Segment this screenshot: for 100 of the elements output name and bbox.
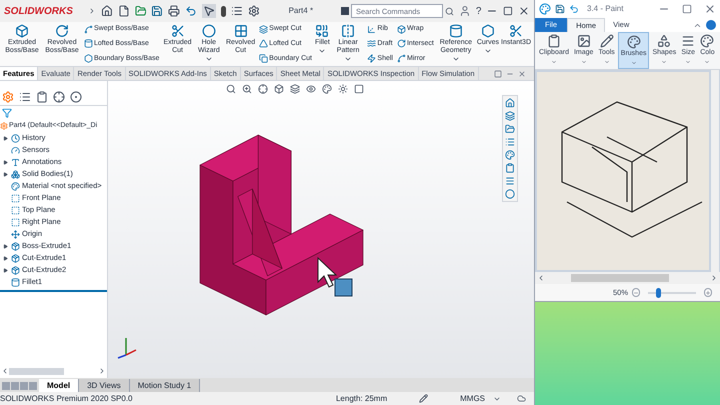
cube-icon[interactable] (274, 84, 284, 94)
filter-icon[interactable] (2, 108, 12, 118)
scroll-right-icon[interactable] (98, 367, 106, 375)
axis-icon[interactable] (367, 24, 376, 34)
caret-icon (550, 58, 557, 64)
menu-icon[interactable] (505, 176, 515, 186)
rotate-icon[interactable] (396, 39, 406, 48)
scroll-right-icon[interactable] (710, 274, 718, 282)
home-icon[interactable] (100, 5, 113, 17)
square-marker (334, 278, 352, 296)
crosshair-icon[interactable] (53, 91, 65, 103)
tile-icon[interactable] (494, 70, 502, 78)
close-icon[interactable] (704, 3, 716, 15)
caret-icon[interactable] (204, 55, 213, 63)
cylinder-icon[interactable] (448, 24, 463, 38)
close-icon[interactable] (518, 5, 530, 17)
save-icon[interactable] (555, 4, 565, 14)
scroll-left-icon[interactable] (1, 367, 9, 375)
model-tab[interactable]: Model (39, 379, 80, 392)
grid-icon[interactable] (234, 24, 248, 38)
plane-icon (11, 206, 20, 214)
display-icon[interactable] (354, 84, 364, 94)
rebuild-icon[interactable] (419, 394, 428, 403)
curve-icon[interactable] (84, 24, 93, 34)
layers-icon[interactable] (290, 84, 300, 94)
scrollbar-thumb[interactable] (571, 274, 669, 282)
print-icon[interactable] (168, 5, 180, 17)
curve-icon[interactable] (396, 54, 406, 64)
combine-icon[interactable] (315, 24, 330, 38)
caret-icon[interactable] (484, 47, 492, 55)
search-icon[interactable] (444, 6, 454, 16)
caret-icon (685, 58, 692, 64)
flip-icon[interactable] (341, 24, 356, 38)
undo-icon[interactable] (569, 4, 579, 14)
expand-arrow-icon[interactable] (3, 268, 8, 272)
clipboard-icon[interactable] (36, 91, 48, 103)
expand-arrow-icon[interactable] (3, 172, 8, 176)
box-icon[interactable] (396, 24, 406, 34)
box-icon[interactable] (15, 24, 29, 38)
help-icon[interactable] (706, 20, 716, 30)
expand-arrow-icon[interactable] (3, 160, 8, 164)
search-icon[interactable] (226, 84, 236, 94)
boxes-icon (11, 170, 20, 178)
vertical-scrollbar[interactable] (711, 70, 719, 272)
hexagon-icon[interactable] (84, 54, 93, 64)
caret-icon (661, 58, 668, 64)
user-icon[interactable] (458, 5, 471, 17)
caret-icon[interactable] (318, 47, 326, 55)
lightning-icon[interactable] (367, 54, 376, 64)
select-tool[interactable] (202, 4, 216, 18)
settings-icon[interactable] (248, 5, 260, 17)
maximize-icon[interactable] (682, 4, 692, 14)
copy-icon[interactable] (259, 54, 268, 64)
pencil-icon (600, 34, 614, 48)
unit-system[interactable]: MMGS (460, 392, 485, 404)
folder-icon[interactable] (505, 124, 515, 134)
gear-icon[interactable] (2, 91, 14, 103)
scissors-icon[interactable] (170, 24, 185, 38)
palette-icon[interactable] (505, 150, 515, 160)
model-tab[interactable]: 3D Views (79, 379, 130, 392)
home-icon[interactable] (505, 98, 515, 108)
app-logo: SOLIDWORKS (4, 4, 74, 18)
undo-icon[interactable] (185, 5, 197, 17)
caret-icon[interactable] (452, 55, 460, 63)
zoom-icon[interactable] (242, 84, 252, 94)
list-icon[interactable] (505, 137, 515, 147)
traffic-light-icon[interactable] (220, 6, 226, 16)
rotate-icon[interactable] (55, 24, 69, 38)
hexagon-icon[interactable] (480, 24, 495, 38)
axis-triad-icon (118, 338, 136, 359)
eye-icon[interactable] (306, 84, 316, 94)
circle-icon[interactable] (202, 24, 216, 38)
expand-arrow-icon[interactable] (3, 136, 8, 140)
caret-icon[interactable] (88, 7, 96, 15)
palette-icon[interactable] (322, 84, 332, 94)
scroll-left-icon[interactable] (537, 274, 545, 282)
save-icon[interactable] (151, 5, 164, 17)
triangle-icon[interactable] (259, 39, 268, 48)
caret-icon[interactable] (344, 55, 352, 63)
open-folder-icon[interactable] (134, 5, 146, 17)
help-button[interactable]: ? (476, 4, 482, 18)
expand-arrow-icon[interactable] (3, 256, 8, 260)
model-tab[interactable]: Motion Study 1 (130, 379, 200, 392)
circle-icon[interactable] (505, 189, 515, 199)
layers-icon[interactable] (505, 111, 515, 121)
close-icon[interactable] (518, 70, 526, 78)
scrollbar-thumb[interactable] (9, 368, 64, 374)
cylinder-icon[interactable] (84, 39, 93, 48)
sun-icon[interactable] (338, 84, 348, 94)
sphere-icon[interactable] (70, 91, 82, 103)
caret-icon (604, 58, 610, 64)
new-file-icon[interactable] (118, 5, 130, 17)
maximize-icon[interactable] (503, 6, 514, 16)
clipboard-icon[interactable] (505, 163, 515, 173)
expand-arrow-icon[interactable] (3, 244, 8, 248)
zoom-slider-thumb[interactable] (656, 288, 661, 298)
scissors-icon[interactable] (509, 24, 524, 38)
crosshair-icon[interactable] (258, 84, 268, 94)
layers-icon[interactable] (259, 24, 268, 34)
wave-icon[interactable] (367, 39, 376, 48)
